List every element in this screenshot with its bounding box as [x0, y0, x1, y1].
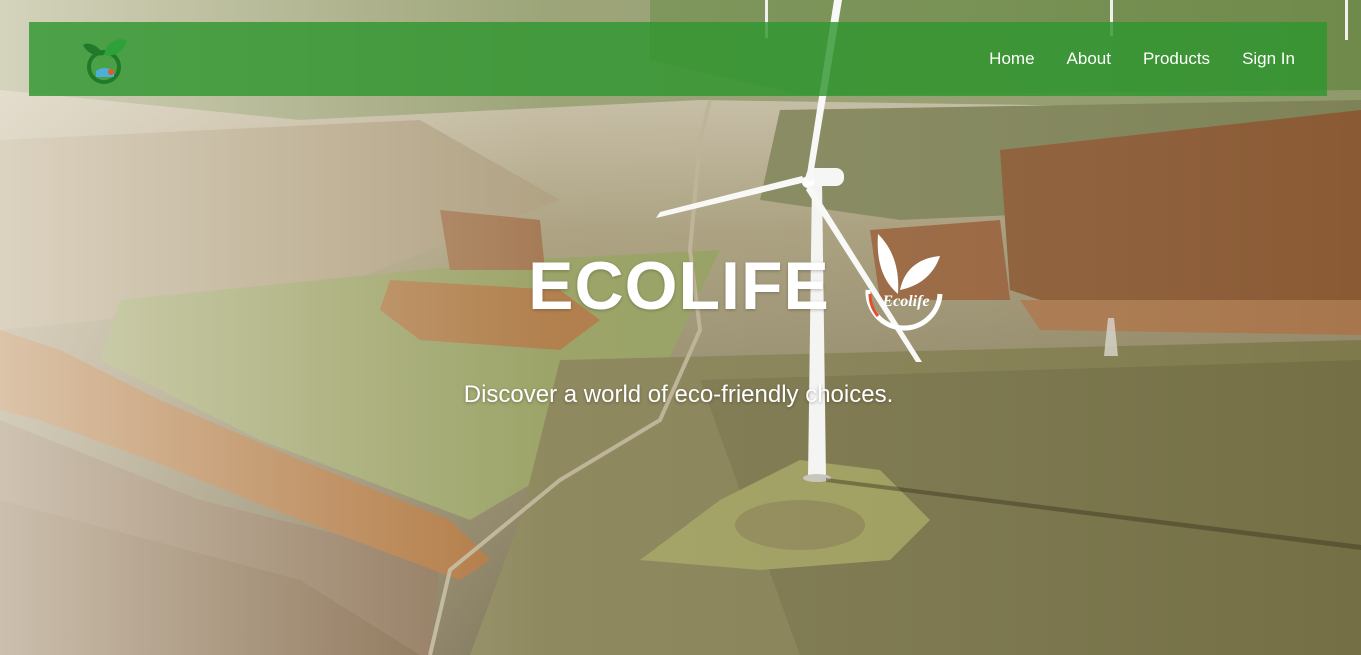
brand-mark-text: Ecolife	[881, 293, 929, 310]
nav-link-sign-in[interactable]: Sign In	[1242, 49, 1295, 69]
ecolife-logo-icon[interactable]	[77, 31, 133, 87]
hero-title: ECOLIFE	[528, 247, 830, 324]
top-navbar: Home About Products Sign In	[29, 22, 1327, 96]
hero-title-row: ECOLIFE Ecolife	[0, 232, 1361, 339]
hero-section: Home About Products Sign In ECOLIFE Ecol…	[0, 0, 1361, 655]
nav-link-products[interactable]: Products	[1143, 49, 1210, 69]
ecolife-brand-mark-icon: Ecolife	[865, 234, 943, 331]
nav-link-home[interactable]: Home	[989, 49, 1034, 69]
nav-links: Home About Products Sign In	[989, 49, 1295, 69]
nav-link-about[interactable]: About	[1067, 49, 1111, 69]
hero-tagline: Discover a world of eco-friendly choices…	[463, 381, 894, 408]
leaf-globe-icon	[83, 39, 127, 84]
